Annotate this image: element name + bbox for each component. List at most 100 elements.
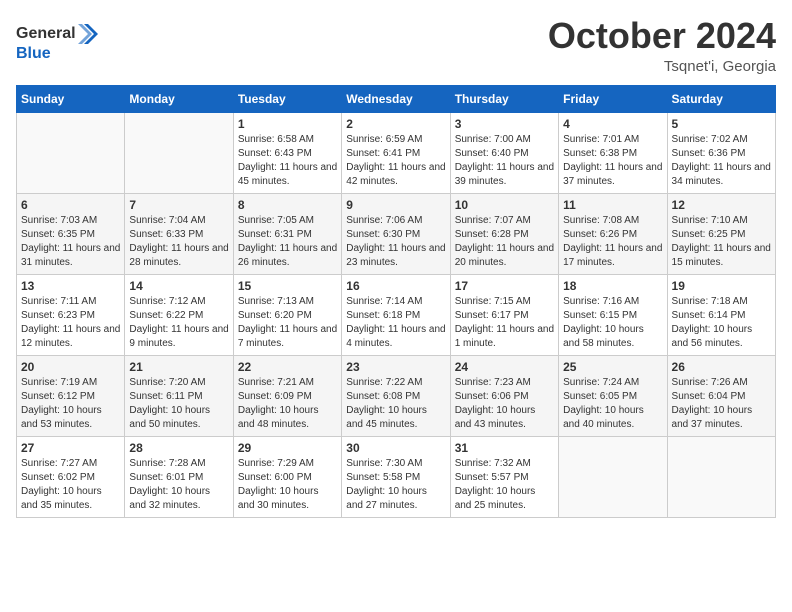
calendar-cell: 9 Sunrise: 7:06 AM Sunset: 6:30 PM Daylig… <box>342 193 450 274</box>
day-number: 5 <box>672 117 771 131</box>
calendar-cell: 13 Sunrise: 7:11 AM Sunset: 6:23 PM Dayli… <box>17 274 125 355</box>
logo: General Blue <box>16 16 106 66</box>
calendar-cell: 18Sunrise: 7:16 AM Sunset: 6:15 PM Dayli… <box>559 274 667 355</box>
calendar-cell <box>17 112 125 193</box>
calendar-header: SundayMondayTuesdayWednesdayThursdayFrid… <box>17 85 776 112</box>
day-info: Sunrise: 7:14 AM Sunset: 6:18 PM Dayligh… <box>346 295 445 351</box>
day-info: Sunrise: 7:10 AM Sunset: 6:25 PM Dayligh… <box>672 214 771 270</box>
day-number: 13 <box>21 279 120 293</box>
header-row: SundayMondayTuesdayWednesdayThursdayFrid… <box>17 85 776 112</box>
calendar-cell: 17 Sunrise: 7:15 AM Sunset: 6:17 PM Dayli… <box>450 274 558 355</box>
day-number: 11 <box>563 198 662 212</box>
svg-text:General: General <box>16 25 76 42</box>
day-number: 12 <box>672 198 771 212</box>
day-number: 25 <box>563 360 662 374</box>
day-number: 15 <box>238 279 337 293</box>
day-info: Sunrise: 7:11 AM Sunset: 6:23 PM Dayligh… <box>21 295 120 351</box>
calendar-cell: 27 Sunrise: 7:27 AM Sunset: 6:02 PM Dayli… <box>17 436 125 517</box>
day-number: 6 <box>21 198 120 212</box>
calendar-cell: 28 Sunrise: 7:28 AM Sunset: 6:01 PM Dayli… <box>125 436 233 517</box>
day-info: Sunrise: 7:28 AM Sunset: 6:01 PM Dayligh… <box>129 457 228 513</box>
day-number: 31 <box>455 441 554 455</box>
day-number: 24 <box>455 360 554 374</box>
calendar-cell: 26Sunrise: 7:26 AM Sunset: 6:04 PM Dayli… <box>667 355 775 436</box>
calendar-cell: 31Sunrise: 7:32 AM Sunset: 5:57 PM Dayli… <box>450 436 558 517</box>
day-info: Sunrise: 7:01 AM Sunset: 6:38 PM Dayligh… <box>563 133 662 189</box>
day-number: 22 <box>238 360 337 374</box>
header-day-sunday: Sunday <box>17 85 125 112</box>
day-info: Sunrise: 7:00 AM Sunset: 6:40 PM Dayligh… <box>455 133 554 189</box>
week-row-2: 6 Sunrise: 7:03 AM Sunset: 6:35 PM Daylig… <box>17 193 776 274</box>
calendar-cell: 21Sunrise: 7:20 AM Sunset: 6:11 PM Dayli… <box>125 355 233 436</box>
calendar-cell: 23 Sunrise: 7:22 AM Sunset: 6:08 PM Dayli… <box>342 355 450 436</box>
week-row-5: 27 Sunrise: 7:27 AM Sunset: 6:02 PM Dayli… <box>17 436 776 517</box>
day-number: 27 <box>21 441 120 455</box>
day-info: Sunrise: 7:02 AM Sunset: 6:36 PM Dayligh… <box>672 133 771 189</box>
day-number: 10 <box>455 198 554 212</box>
day-number: 17 <box>455 279 554 293</box>
calendar-cell: 22 Sunrise: 7:21 AM Sunset: 6:09 PM Dayli… <box>233 355 341 436</box>
day-number: 29 <box>238 441 337 455</box>
month-title: October 2024 <box>548 16 776 56</box>
calendar-cell: 29 Sunrise: 7:29 AM Sunset: 6:00 PM Dayli… <box>233 436 341 517</box>
calendar-cell <box>125 112 233 193</box>
calendar-cell: 16 Sunrise: 7:14 AM Sunset: 6:18 PM Dayli… <box>342 274 450 355</box>
day-info: Sunrise: 7:07 AM Sunset: 6:28 PM Dayligh… <box>455 214 554 270</box>
day-info: Sunrise: 7:03 AM Sunset: 6:35 PM Dayligh… <box>21 214 120 270</box>
calendar-cell: 14 Sunrise: 7:12 AM Sunset: 6:22 PM Dayli… <box>125 274 233 355</box>
header-day-tuesday: Tuesday <box>233 85 341 112</box>
day-number: 30 <box>346 441 445 455</box>
calendar-cell <box>559 436 667 517</box>
day-info: Sunrise: 7:21 AM Sunset: 6:09 PM Dayligh… <box>238 376 337 432</box>
day-number: 14 <box>129 279 228 293</box>
day-info: Sunrise: 7:08 AM Sunset: 6:26 PM Dayligh… <box>563 214 662 270</box>
day-number: 9 <box>346 198 445 212</box>
day-info: Sunrise: 7:12 AM Sunset: 6:22 PM Dayligh… <box>129 295 228 351</box>
calendar-cell <box>667 436 775 517</box>
day-info: Sunrise: 7:23 AM Sunset: 6:06 PM Dayligh… <box>455 376 554 432</box>
calendar-cell: 6 Sunrise: 7:03 AM Sunset: 6:35 PM Daylig… <box>17 193 125 274</box>
calendar-cell: 8Sunrise: 7:05 AM Sunset: 6:31 PM Daylig… <box>233 193 341 274</box>
day-info: Sunrise: 7:04 AM Sunset: 6:33 PM Dayligh… <box>129 214 228 270</box>
day-number: 16 <box>346 279 445 293</box>
day-info: Sunrise: 7:13 AM Sunset: 6:20 PM Dayligh… <box>238 295 337 351</box>
day-info: Sunrise: 7:29 AM Sunset: 6:00 PM Dayligh… <box>238 457 337 513</box>
day-number: 28 <box>129 441 228 455</box>
day-number: 1 <box>238 117 337 131</box>
header-day-wednesday: Wednesday <box>342 85 450 112</box>
day-number: 7 <box>129 198 228 212</box>
day-info: Sunrise: 7:19 AM Sunset: 6:12 PM Dayligh… <box>21 376 120 432</box>
calendar-cell: 15 Sunrise: 7:13 AM Sunset: 6:20 PM Dayli… <box>233 274 341 355</box>
calendar-cell: 7 Sunrise: 7:04 AM Sunset: 6:33 PM Daylig… <box>125 193 233 274</box>
day-number: 20 <box>21 360 120 374</box>
day-number: 26 <box>672 360 771 374</box>
calendar-cell: 25 Sunrise: 7:24 AM Sunset: 6:05 PM Dayli… <box>559 355 667 436</box>
day-number: 3 <box>455 117 554 131</box>
header: General Blue October 2024 Tsqnet'i, Geor… <box>16 16 776 75</box>
calendar-body: 1Sunrise: 6:58 AM Sunset: 6:43 PM Daylig… <box>17 112 776 517</box>
calendar-cell: 2Sunrise: 6:59 AM Sunset: 6:41 PM Daylig… <box>342 112 450 193</box>
calendar-container: General Blue October 2024 Tsqnet'i, Geor… <box>0 0 792 528</box>
day-info: Sunrise: 7:06 AM Sunset: 6:30 PM Dayligh… <box>346 214 445 270</box>
day-number: 2 <box>346 117 445 131</box>
calendar-cell: 3 Sunrise: 7:00 AM Sunset: 6:40 PM Daylig… <box>450 112 558 193</box>
header-day-saturday: Saturday <box>667 85 775 112</box>
calendar-cell: 5 Sunrise: 7:02 AM Sunset: 6:36 PM Daylig… <box>667 112 775 193</box>
day-number: 18 <box>563 279 662 293</box>
day-info: Sunrise: 7:27 AM Sunset: 6:02 PM Dayligh… <box>21 457 120 513</box>
day-info: Sunrise: 7:05 AM Sunset: 6:31 PM Dayligh… <box>238 214 337 270</box>
calendar-cell: 19Sunrise: 7:18 AM Sunset: 6:14 PM Dayli… <box>667 274 775 355</box>
day-number: 19 <box>672 279 771 293</box>
location: Tsqnet'i, Georgia <box>548 58 776 75</box>
day-info: Sunrise: 7:22 AM Sunset: 6:08 PM Dayligh… <box>346 376 445 432</box>
header-day-monday: Monday <box>125 85 233 112</box>
day-info: Sunrise: 7:24 AM Sunset: 6:05 PM Dayligh… <box>563 376 662 432</box>
calendar-cell: 10 Sunrise: 7:07 AM Sunset: 6:28 PM Dayli… <box>450 193 558 274</box>
day-number: 23 <box>346 360 445 374</box>
calendar-cell: 11 Sunrise: 7:08 AM Sunset: 6:26 PM Dayli… <box>559 193 667 274</box>
title-block: October 2024 Tsqnet'i, Georgia <box>548 16 776 75</box>
week-row-4: 20 Sunrise: 7:19 AM Sunset: 6:12 PM Dayli… <box>17 355 776 436</box>
calendar-cell: 30Sunrise: 7:30 AM Sunset: 5:58 PM Dayli… <box>342 436 450 517</box>
week-row-3: 13 Sunrise: 7:11 AM Sunset: 6:23 PM Dayli… <box>17 274 776 355</box>
day-info: Sunrise: 7:15 AM Sunset: 6:17 PM Dayligh… <box>455 295 554 351</box>
